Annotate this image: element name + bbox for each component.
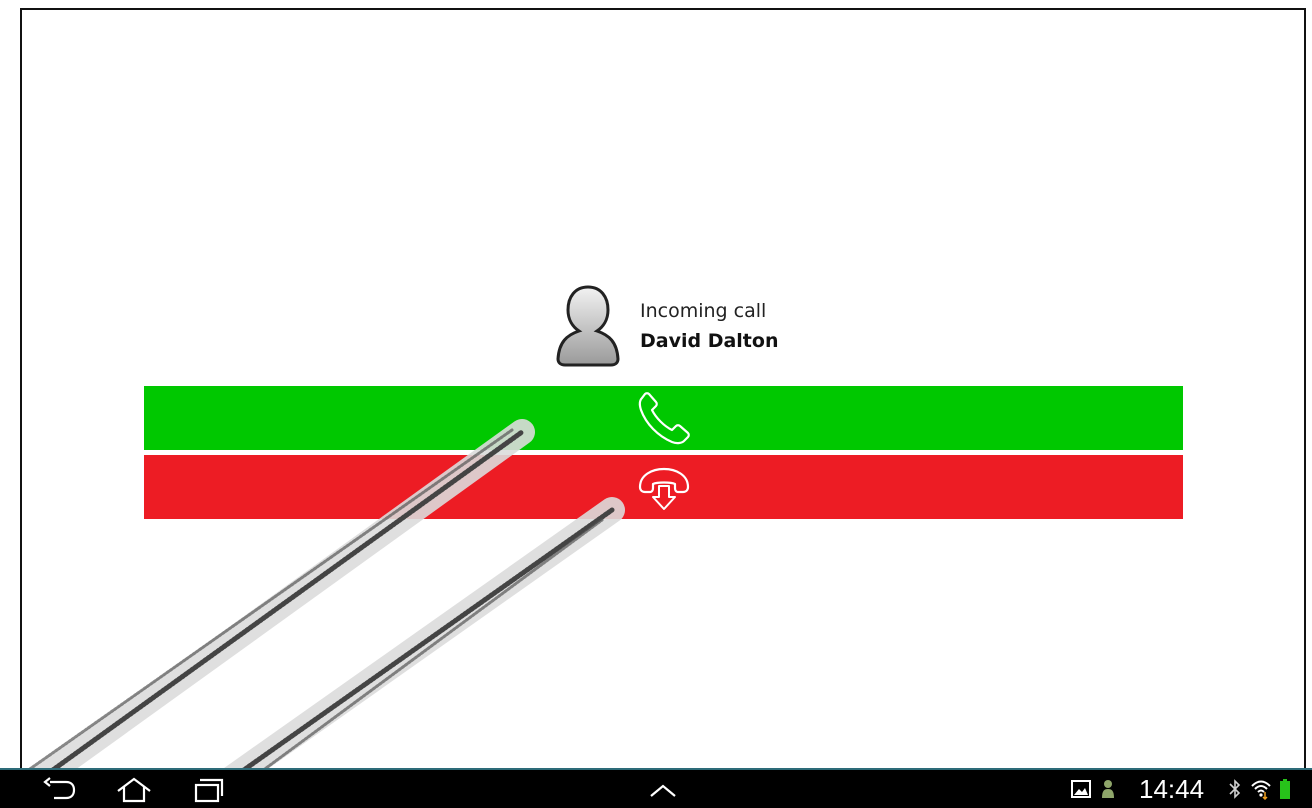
call-status-label: Incoming call — [640, 300, 767, 322]
incoming-call-screen: Incoming call David Dalton 14:44 — [0, 0, 1312, 808]
chevron-up-icon[interactable] — [643, 776, 683, 804]
contact-avatar-icon — [556, 285, 620, 367]
recent-apps-icon[interactable] — [188, 776, 228, 804]
battery-icon — [1280, 779, 1290, 799]
bluetooth-icon — [1229, 779, 1241, 799]
home-icon[interactable] — [114, 776, 154, 804]
answer-call-button[interactable] — [144, 386, 1183, 450]
caller-name: David Dalton — [640, 330, 779, 352]
wifi-icon — [1251, 780, 1271, 800]
back-icon[interactable] — [40, 776, 80, 804]
decline-call-button[interactable] — [144, 455, 1183, 519]
phone-hangup-icon — [638, 467, 690, 510]
gallery-icon — [1071, 780, 1091, 798]
caller-info: Incoming call David Dalton — [555, 284, 855, 368]
phone-answer-icon — [638, 392, 690, 445]
clock: 14:44 — [1139, 774, 1205, 804]
contact-icon — [1102, 780, 1114, 798]
system-navigation-bar: 14:44 — [0, 768, 1312, 808]
